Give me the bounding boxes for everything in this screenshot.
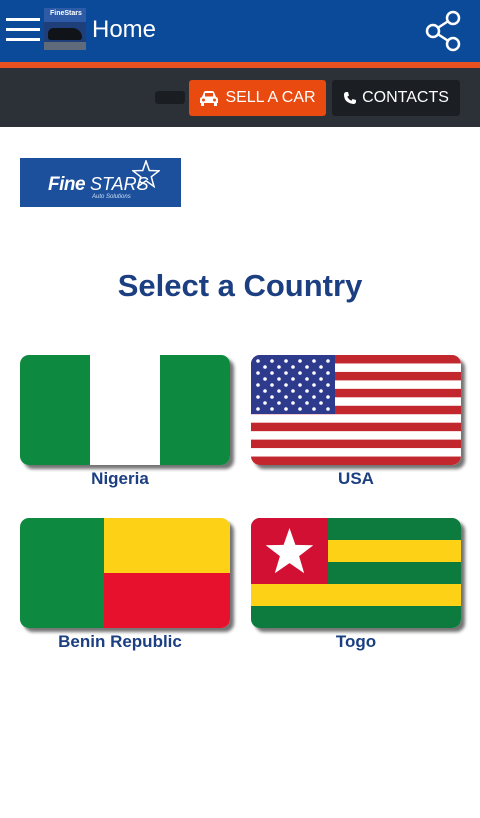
benin-label[interactable]: Benin Republic <box>15 632 225 652</box>
nigeria-label[interactable]: Nigeria <box>15 469 225 489</box>
share-icon[interactable] <box>422 10 464 52</box>
car-icon <box>200 91 219 106</box>
usa-flag[interactable] <box>251 355 461 465</box>
toolbar-toggle[interactable] <box>155 91 185 104</box>
sell-a-car-button[interactable]: SELL A CAR <box>189 80 326 116</box>
sell-a-car-label: SELL A CAR <box>225 89 316 106</box>
togo-flag[interactable] <box>251 518 461 628</box>
app-bar: FineStars Home <box>0 0 480 62</box>
app-logo: FineStars <box>44 8 86 50</box>
page-title: Home <box>92 16 157 43</box>
contacts-button[interactable]: CONTACTS <box>332 80 460 116</box>
benin-flag[interactable] <box>20 518 230 628</box>
phone-icon <box>344 92 357 104</box>
togo-label[interactable]: Togo <box>251 632 461 652</box>
select-country-heading: Select a Country <box>117 268 363 303</box>
brand-tagline: Auto Solutions <box>92 194 131 200</box>
app-logo-caption: FineStars <box>50 10 82 17</box>
usa-label[interactable]: USA <box>251 469 461 489</box>
star-icon <box>132 160 160 188</box>
brand-logo: Fine STARS Auto Solutions <box>20 158 181 207</box>
nigeria-flag[interactable] <box>20 355 230 465</box>
hamburger-menu-icon[interactable] <box>6 14 40 46</box>
brand-name-main: Fine <box>48 174 86 195</box>
contacts-label: CONTACTS <box>362 89 449 106</box>
